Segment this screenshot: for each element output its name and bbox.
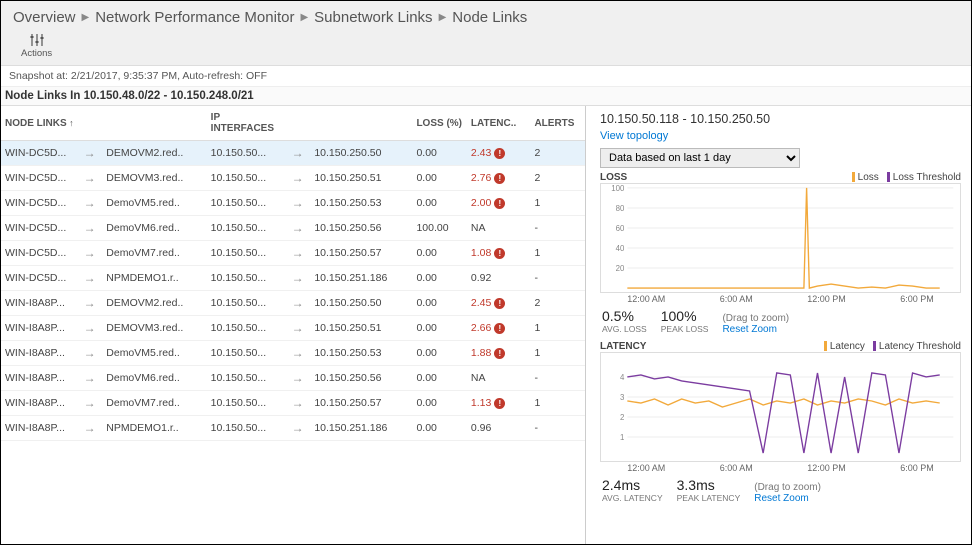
arrow-right-icon: →: [80, 416, 103, 441]
col-latency[interactable]: LATENC..: [467, 106, 531, 141]
table-row[interactable]: WIN-I8A8P...→DEMOVM2.red..10.150.50...→1…: [1, 291, 585, 316]
arrow-right-icon: →: [288, 391, 311, 416]
alert-icon: !: [494, 173, 505, 184]
alert-icon: !: [494, 323, 505, 334]
arrow-right-icon: →: [80, 266, 103, 291]
col-ip-interfaces[interactable]: IP INTERFACES: [207, 106, 288, 141]
table-row[interactable]: WIN-DC5D...→DEMOVM3.red..10.150.50...→10…: [1, 166, 585, 191]
avg-loss: 0.5%: [602, 308, 647, 324]
svg-text:4: 4: [620, 373, 625, 382]
detail-title: 10.150.50.118 - 10.150.250.50: [600, 112, 961, 126]
svg-text:100: 100: [611, 184, 625, 193]
arrow-right-icon: →: [80, 191, 103, 216]
arrow-right-icon: →: [288, 191, 311, 216]
chevron-right-icon: ▶: [82, 12, 90, 23]
table-row[interactable]: WIN-DC5D...→DemoVM7.red..10.150.50...→10…: [1, 241, 585, 266]
loss-chart[interactable]: 20 40 60 80 100: [600, 183, 961, 293]
col-alerts[interactable]: ALERTS: [530, 106, 585, 141]
alert-icon: !: [494, 298, 505, 309]
arrow-right-icon: →: [80, 391, 103, 416]
subheader: Node Links In 10.150.48.0/22 - 10.150.24…: [1, 87, 971, 106]
arrow-right-icon: →: [288, 241, 311, 266]
svg-text:2: 2: [620, 413, 624, 422]
chevron-right-icon: ▶: [300, 12, 308, 23]
avg-latency: 2.4ms: [602, 477, 663, 493]
alert-icon: !: [494, 398, 505, 409]
arrow-right-icon: →: [288, 366, 311, 391]
peak-loss: 100%: [661, 308, 709, 324]
loss-legend: Loss Loss Threshold: [852, 172, 961, 183]
arrow-right-icon: →: [288, 416, 311, 441]
arrow-right-icon: →: [80, 216, 103, 241]
snapshot-text: Snapshot at: 2/21/2017, 9:35:37 PM, Auto…: [1, 66, 971, 87]
svg-text:1: 1: [620, 433, 624, 442]
arrow-right-icon: →: [80, 341, 103, 366]
latency-legend: Latency Latency Threshold: [824, 341, 961, 352]
table-row[interactable]: WIN-DC5D...→DEMOVM2.red..10.150.50...→10…: [1, 141, 585, 166]
arrow-right-icon: →: [288, 266, 311, 291]
arrow-right-icon: →: [80, 166, 103, 191]
svg-text:3: 3: [620, 393, 625, 402]
arrow-right-icon: →: [80, 291, 103, 316]
table-row[interactable]: WIN-I8A8P...→DemoVM5.red..10.150.50...→1…: [1, 341, 585, 366]
reset-zoom-loss[interactable]: Reset Zoom: [722, 324, 776, 335]
actions-label: Actions: [21, 48, 52, 59]
svg-text:60: 60: [616, 224, 625, 233]
sliders-icon: [29, 32, 45, 48]
table-row[interactable]: WIN-I8A8P...→DEMOVM3.red..10.150.50...→1…: [1, 316, 585, 341]
arrow-right-icon: →: [80, 241, 103, 266]
breadcrumb-subnetwork-links[interactable]: Subnetwork Links: [314, 9, 432, 26]
alert-icon: !: [494, 348, 505, 359]
node-links-table: NODE LINKS IP INTERFACES LOSS (%) LATENC…: [1, 106, 586, 544]
peak-latency: 3.3ms: [677, 477, 741, 493]
arrow-right-icon: →: [288, 291, 311, 316]
breadcrumb-network-performance-monitor[interactable]: Network Performance Monitor: [95, 9, 294, 26]
table-row[interactable]: WIN-I8A8P...→NPMDEMO1.r..10.150.50...→10…: [1, 416, 585, 441]
chevron-right-icon: ▶: [439, 12, 447, 23]
table-row[interactable]: WIN-I8A8P...→DemoVM6.red..10.150.50...→1…: [1, 366, 585, 391]
actions-button[interactable]: Actions: [21, 32, 52, 59]
svg-text:20: 20: [616, 264, 625, 273]
time-range-dropdown[interactable]: Data based on last 1 day: [600, 148, 800, 168]
latency-chart-label: LATENCY: [600, 341, 646, 352]
breadcrumb-overview[interactable]: Overview: [13, 9, 76, 26]
alert-icon: !: [494, 248, 505, 259]
reset-zoom-latency[interactable]: Reset Zoom: [754, 493, 808, 504]
latency-chart[interactable]: 1 2 3 4: [600, 352, 961, 462]
breadcrumb: Overview ▶ Network Performance Monitor ▶ Sub…: [13, 9, 959, 26]
breadcrumb-node-links[interactable]: Node Links: [452, 9, 527, 26]
alert-icon: !: [494, 198, 505, 209]
arrow-right-icon: →: [80, 316, 103, 341]
arrow-right-icon: →: [288, 216, 311, 241]
svg-text:80: 80: [616, 204, 625, 213]
svg-text:40: 40: [616, 244, 625, 253]
arrow-right-icon: →: [288, 341, 311, 366]
table-row[interactable]: WIN-DC5D...→NPMDEMO1.r..10.150.50...→10.…: [1, 266, 585, 291]
arrow-right-icon: →: [288, 166, 311, 191]
arrow-right-icon: →: [288, 141, 311, 166]
arrow-right-icon: →: [288, 316, 311, 341]
col-loss[interactable]: LOSS (%): [412, 106, 466, 141]
view-topology-link[interactable]: View topology: [600, 130, 961, 142]
loss-chart-label: LOSS: [600, 172, 627, 183]
table-row[interactable]: WIN-DC5D...→DemoVM6.red..10.150.50...→10…: [1, 216, 585, 241]
alert-icon: !: [494, 148, 505, 159]
arrow-right-icon: →: [80, 141, 103, 166]
col-node-links[interactable]: NODE LINKS: [1, 106, 80, 141]
table-row[interactable]: WIN-DC5D...→DemoVM5.red..10.150.50...→10…: [1, 191, 585, 216]
table-row[interactable]: WIN-I8A8P...→DemoVM7.red..10.150.50...→1…: [1, 391, 585, 416]
arrow-right-icon: →: [80, 366, 103, 391]
